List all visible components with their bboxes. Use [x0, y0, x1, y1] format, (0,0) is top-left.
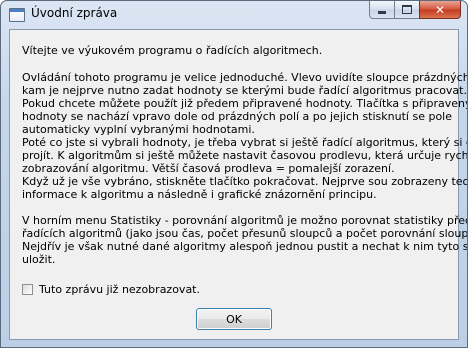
- close-button[interactable]: ✕: [419, 1, 461, 19]
- message-line: automaticky vyplní vybranými hodnotami.: [22, 123, 255, 136]
- message-body: Ovládání tohoto programu je velice jedno…: [22, 71, 468, 266]
- dont-show-again-row[interactable]: Tuto zprávu již nezobrazovat.: [22, 283, 200, 296]
- paragraph-usage: Ovládání tohoto programu je velice jedno…: [22, 71, 468, 201]
- intro-text: Vítejte ve výukovém programu o řadících …: [22, 44, 323, 57]
- message-line: V horním menu Statistiky - porovnání alg…: [22, 214, 467, 227]
- window-title: Úvodní zpráva: [31, 6, 118, 20]
- dialog-client-area: Vítejte ve výukovém programu o řadících …: [9, 29, 468, 340]
- message-line: uložit.: [22, 253, 56, 266]
- message-line: kam je nejprve nutno zadat hodnoty se kt…: [22, 84, 467, 97]
- message-line: Ovládání tohoto programu je velice jedno…: [22, 71, 468, 84]
- message-line: Poté co jste si vybrali hodnoty, je třeb…: [22, 136, 468, 149]
- message-line: Když už je vše vybráno, stiskněte tlačít…: [22, 175, 468, 188]
- message-line: řadících algoritmů (jako jsou čas, počet…: [22, 227, 468, 240]
- message-dialog-window: Úvodní zpráva ✕ Vítejte ve výukovém prog…: [0, 0, 468, 348]
- ok-button-label: OK: [226, 312, 242, 326]
- paragraph-statistics: V horním menu Statistiky - porovnání alg…: [22, 214, 468, 266]
- message-line: projít. K algoritmům si ještě můžete nas…: [22, 149, 468, 162]
- message-line: hodnoty se nachází vpravo dole od prázdn…: [22, 110, 452, 123]
- dont-show-again-label[interactable]: Tuto zprávu již nezobrazovat.: [39, 283, 200, 296]
- close-icon: ✕: [434, 2, 446, 17]
- caption-buttons: ✕: [369, 1, 461, 20]
- title-bar[interactable]: Úvodní zpráva ✕: [1, 1, 467, 29]
- maximize-button[interactable]: [394, 1, 420, 19]
- dont-show-again-checkbox[interactable]: [22, 284, 33, 295]
- minimize-icon: [378, 11, 386, 14]
- message-line: Pokud chcete můžete použít již předem př…: [22, 97, 468, 110]
- ok-button[interactable]: OK: [196, 308, 272, 330]
- maximize-icon: [402, 5, 412, 14]
- message-line: informace k algoritmu a následně i grafi…: [22, 188, 377, 201]
- application-window-icon: [9, 8, 25, 22]
- message-line: zobrazování algoritmu. Větší časová prod…: [22, 162, 395, 175]
- minimize-button[interactable]: [369, 1, 395, 19]
- message-line: Nejdřív je však nutné dané algoritmy ale…: [22, 240, 468, 253]
